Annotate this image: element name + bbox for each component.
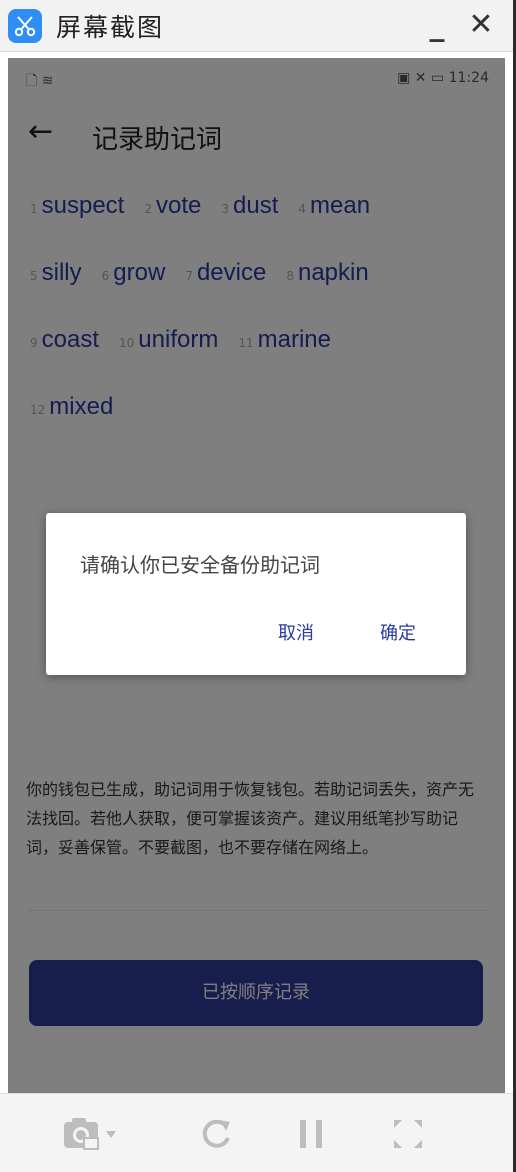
scissors-icon xyxy=(8,9,42,43)
window-title: 屏幕截图 xyxy=(56,13,165,42)
refresh-icon[interactable] xyxy=(196,1114,236,1154)
screenshot-window: 屏幕截图 _ ✕ 🗋 ≋ ▣ ✕ ▭ 11:24 ← 记录助记词 1suspec… xyxy=(0,0,516,1172)
confirm-dialog: 请确认你已安全备份助记词 取消 确定 xyxy=(46,513,466,675)
dialog-ok-button[interactable]: 确定 xyxy=(380,619,416,645)
title-bar: 屏幕截图 _ ✕ xyxy=(0,0,513,52)
camera-icon[interactable] xyxy=(62,1114,120,1154)
fullscreen-icon[interactable] xyxy=(388,1114,428,1154)
dialog-message: 请确认你已安全备份助记词 xyxy=(80,553,320,577)
minimize-button[interactable]: _ xyxy=(422,6,452,44)
phone-screen: 🗋 ≋ ▣ ✕ ▭ 11:24 ← 记录助记词 1suspect2vote3du… xyxy=(8,58,505,1093)
dialog-cancel-button[interactable]: 取消 xyxy=(278,619,314,645)
bottom-toolbar xyxy=(0,1093,513,1172)
pause-icon[interactable] xyxy=(292,1114,332,1154)
close-button[interactable]: ✕ xyxy=(464,8,498,42)
